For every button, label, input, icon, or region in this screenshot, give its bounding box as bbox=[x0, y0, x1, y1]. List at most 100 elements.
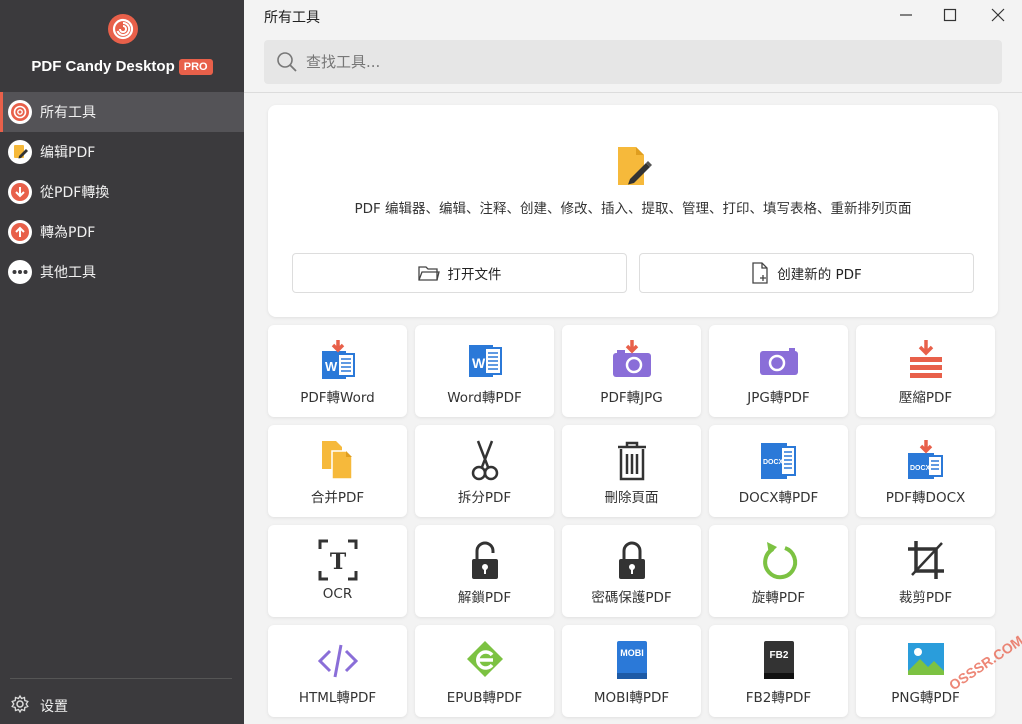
sidebar-item-all-tools[interactable]: 所有工具 bbox=[0, 92, 244, 132]
sidebar-item-label: 编辑PDF bbox=[40, 145, 96, 161]
sidebar-item-label: 所有工具 bbox=[40, 105, 96, 121]
svg-text:DOCX: DOCX bbox=[910, 465, 931, 472]
close-icon bbox=[991, 8, 1005, 22]
tool-tile-word-to-pdf[interactable]: W Word轉PDF bbox=[415, 325, 554, 417]
svg-text:W: W bbox=[325, 359, 338, 374]
pdf-edit-icon bbox=[616, 145, 652, 193]
minimize-icon bbox=[900, 14, 912, 16]
lock-icon bbox=[618, 541, 645, 579]
sidebar-item-to-pdf[interactable]: 轉為PDF bbox=[0, 212, 244, 252]
tool-tile-pdf-to-jpg[interactable]: PDF轉JPG bbox=[562, 325, 701, 417]
sidebar-nav: 所有工具 编辑PDF 從PDF轉換 轉為PDF 其他工具 bbox=[0, 92, 244, 292]
sidebar: PDF Candy Desktop PRO 所有工具 编辑PDF 從PDF轉換 轉… bbox=[0, 0, 244, 724]
tool-tile-crop-pdf[interactable]: 裁剪PDF bbox=[856, 525, 995, 617]
brand-title: PDF Candy Desktop PRO bbox=[0, 58, 244, 75]
open-file-label: 打开文件 bbox=[447, 267, 502, 283]
tool-label: PDF轉Word bbox=[300, 390, 375, 406]
pdf-to-jpg-icon bbox=[612, 340, 651, 377]
folder-icon bbox=[417, 266, 440, 281]
pdf-editor-description: PDF 编辑器、编辑、注释、创建、修改、插入、提取、管理、打印、填写表格、重新排… bbox=[354, 201, 912, 217]
svg-text:T: T bbox=[329, 549, 346, 575]
tool-label: PDF轉JPG bbox=[600, 390, 663, 406]
tool-tile-html-to-pdf[interactable]: HTML轉PDF bbox=[268, 625, 407, 717]
fb2-icon: FB2 bbox=[763, 641, 794, 679]
spiral-icon bbox=[8, 100, 32, 124]
tool-tile-pdf-to-word[interactable]: W PDF轉Word bbox=[268, 325, 407, 417]
tool-tile-protect-pdf[interactable]: 密碼保護PDF bbox=[562, 525, 701, 617]
rotate-icon bbox=[762, 542, 797, 580]
search-bar[interactable] bbox=[264, 40, 1002, 84]
tool-label: 壓縮PDF bbox=[898, 390, 953, 406]
tool-label: 裁剪PDF bbox=[898, 590, 953, 606]
header-divider bbox=[244, 92, 1022, 93]
tool-label: HTML轉PDF bbox=[298, 690, 377, 706]
tool-label: PDF轉DOCX bbox=[885, 490, 966, 506]
tool-label: 解鎖PDF bbox=[457, 590, 512, 606]
jpg-to-pdf-icon bbox=[759, 348, 798, 375]
tool-tile-ocr[interactable]: T OCR bbox=[268, 525, 407, 617]
maximize-icon bbox=[943, 8, 957, 22]
tool-tile-split-pdf[interactable]: 拆分PDF bbox=[415, 425, 554, 517]
tool-tile-compress-pdf[interactable]: 壓縮PDF bbox=[856, 325, 995, 417]
crop-icon bbox=[907, 541, 944, 579]
search-icon bbox=[277, 52, 297, 72]
tool-label: PNG轉PDF bbox=[891, 690, 960, 706]
svg-text:W: W bbox=[472, 355, 486, 371]
svg-text:FB2: FB2 bbox=[769, 650, 788, 661]
open-file-button[interactable]: 打开文件 bbox=[292, 253, 627, 293]
merge-icon bbox=[321, 441, 353, 480]
tool-label: JPG轉PDF bbox=[747, 390, 810, 406]
main-panel: 所有工具 PDF 编辑器、编辑、注释、创建、修改、插入、提取、管理、打印、填写表… bbox=[244, 0, 1022, 724]
maximize-button[interactable] bbox=[938, 4, 962, 26]
tool-label: FB2轉PDF bbox=[745, 690, 812, 706]
sidebar-item-label: 轉為PDF bbox=[40, 225, 96, 241]
app-logo bbox=[108, 14, 138, 44]
pdf-to-docx-icon: DOCX bbox=[907, 440, 943, 479]
create-new-pdf-button[interactable]: 创建新的 PDF bbox=[639, 253, 974, 293]
pdf-to-word-icon: W bbox=[321, 340, 355, 379]
sidebar-divider bbox=[10, 678, 232, 679]
html-code-icon bbox=[317, 644, 358, 678]
tool-tile-mobi-to-pdf[interactable]: MOBI MOBI轉PDF bbox=[562, 625, 701, 717]
mobi-icon: MOBI bbox=[616, 641, 647, 679]
tool-label: 密碼保護PDF bbox=[591, 590, 672, 606]
minimize-button[interactable] bbox=[894, 4, 918, 26]
tool-tile-rotate-pdf[interactable]: 旋轉PDF bbox=[709, 525, 848, 617]
tool-tile-docx-to-pdf[interactable]: DOCX DOCX轉PDF bbox=[709, 425, 848, 517]
pdf-editor-card[interactable]: PDF 编辑器、编辑、注释、创建、修改、插入、提取、管理、打印、填写表格、重新排… bbox=[268, 105, 998, 317]
gear-icon bbox=[10, 694, 40, 718]
tool-tile-epub-to-pdf[interactable]: EPUB轉PDF bbox=[415, 625, 554, 717]
tool-label: 旋轉PDF bbox=[751, 590, 806, 606]
png-image-icon bbox=[907, 643, 944, 675]
tool-tile-fb2-to-pdf[interactable]: FB2 FB2轉PDF bbox=[709, 625, 848, 717]
word-to-pdf-icon: W bbox=[468, 345, 502, 377]
svg-text:DOCX: DOCX bbox=[763, 459, 784, 466]
svg-text:MOBI: MOBI bbox=[620, 648, 644, 658]
arrow-up-icon bbox=[8, 220, 32, 244]
compress-icon bbox=[909, 340, 942, 378]
search-input[interactable] bbox=[306, 53, 986, 71]
tool-label: 拆分PDF bbox=[457, 490, 512, 506]
tool-tile-merge-pdf[interactable]: 合并PDF bbox=[268, 425, 407, 517]
unlock-icon bbox=[471, 541, 498, 579]
tool-tile-pdf-to-docx[interactable]: DOCX PDF轉DOCX bbox=[856, 425, 995, 517]
tool-tile-jpg-to-pdf[interactable]: JPG轉PDF bbox=[709, 325, 848, 417]
settings-button[interactable]: 设置 bbox=[10, 694, 68, 718]
trash-icon bbox=[617, 441, 646, 481]
tool-label: OCR bbox=[322, 586, 353, 602]
tool-label: Word轉PDF bbox=[447, 390, 522, 406]
pro-badge: PRO bbox=[178, 59, 213, 75]
tool-label: MOBI轉PDF bbox=[593, 690, 670, 706]
tool-tile-unlock-pdf[interactable]: 解鎖PDF bbox=[415, 525, 554, 617]
sidebar-item-edit-pdf[interactable]: 编辑PDF bbox=[0, 132, 244, 172]
sidebar-item-other-tools[interactable]: 其他工具 bbox=[0, 252, 244, 292]
page-title: 所有工具 bbox=[264, 10, 320, 26]
new-file-icon bbox=[752, 262, 768, 284]
tool-tile-delete-pages[interactable]: 刪除頁面 bbox=[562, 425, 701, 517]
brand-name: PDF Candy Desktop bbox=[31, 58, 175, 75]
more-dots-icon bbox=[8, 260, 32, 284]
close-button[interactable] bbox=[986, 4, 1010, 26]
pencil-icon bbox=[8, 140, 32, 164]
sidebar-item-from-pdf[interactable]: 從PDF轉換 bbox=[0, 172, 244, 212]
tool-label: 刪除頁面 bbox=[604, 490, 659, 506]
